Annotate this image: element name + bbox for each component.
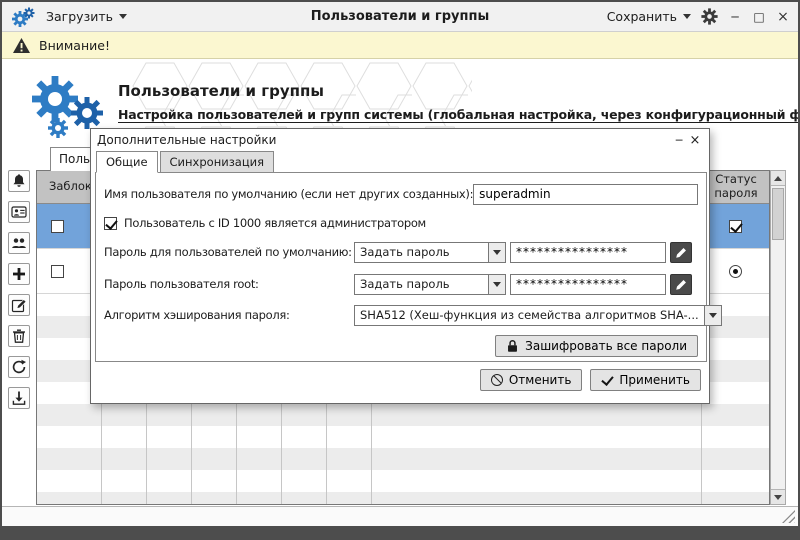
pencil-icon (675, 246, 688, 259)
dropdown-arrow-icon (704, 306, 721, 325)
dialog-content: Имя пользователя по умолчанию (если нет … (95, 172, 707, 362)
encrypt-all-passwords-button[interactable]: Зашифровать все пароли (495, 335, 698, 357)
maximize-button[interactable]: □ (752, 10, 766, 24)
export-download-button[interactable] (8, 387, 30, 409)
titlebar-right: Сохранить ─ □ × (597, 8, 790, 25)
refresh-icon (11, 359, 27, 375)
dialog-close-button[interactable]: × (687, 133, 703, 148)
warning-triangle-icon (12, 37, 31, 54)
hash-algorithm-label: Алгоритм хэширования пароля: (104, 308, 354, 322)
hash-algorithm-value: SHA512 (Хеш-функция из семейства алгорит… (355, 308, 704, 322)
cancel-button[interactable]: Отменить (480, 369, 583, 391)
dialog-title: Дополнительные настройки (97, 133, 671, 147)
chevron-down-icon (683, 14, 691, 23)
vertical-scrollbar[interactable] (770, 170, 786, 505)
notifications-button[interactable] (8, 170, 30, 192)
edit-root-password-button[interactable] (670, 274, 692, 295)
window-bottom-border (2, 526, 798, 538)
password-status-radio[interactable] (729, 265, 742, 278)
user-card-button[interactable] (8, 201, 30, 223)
load-menu-button[interactable]: Загрузить (46, 9, 127, 24)
edit-pencil-icon (11, 297, 27, 313)
dialog-titlebar[interactable]: Дополнительные настройки ─ × (91, 129, 709, 151)
dropdown-arrow-icon (488, 243, 505, 262)
apply-button[interactable]: Применить (590, 369, 701, 391)
save-menu-label: Сохранить (607, 9, 677, 24)
add-user-button[interactable] (8, 263, 30, 285)
default-password-mode-select[interactable]: Задать пароль (354, 242, 506, 263)
delete-user-button[interactable] (8, 325, 30, 347)
default-user-input[interactable] (473, 184, 698, 205)
dropdown-arrow-icon (488, 275, 505, 294)
check-icon (601, 374, 613, 386)
tab-general[interactable]: Общие (96, 151, 158, 173)
admin-id1000-checkbox[interactable] (104, 217, 117, 230)
root-password-mode-select[interactable]: Задать пароль (354, 274, 506, 295)
root-password-input[interactable] (510, 274, 666, 295)
warning-bar: Внимание! (2, 32, 798, 59)
dialog-tabs: Общие Синхронизация (96, 151, 274, 173)
lock-icon (506, 339, 519, 353)
app-window: Загрузить Пользователи и группы Сохранит… (0, 0, 800, 540)
chevron-down-icon (119, 14, 127, 23)
column-header-password-status[interactable]: Статус пароля (701, 171, 770, 203)
page-title: Пользователи и группы (118, 82, 324, 100)
apply-label: Применить (619, 373, 690, 387)
settings-gear-icon[interactable] (701, 8, 718, 25)
close-button[interactable]: × (776, 9, 790, 25)
cancel-icon (491, 374, 503, 386)
minimize-button[interactable]: ─ (728, 10, 742, 24)
edit-default-password-button[interactable] (670, 242, 692, 263)
groups-button[interactable] (8, 232, 30, 254)
default-password-label: Пароль для пользователей по умолчанию: (104, 245, 354, 259)
admin-id1000-label: Пользователь с ID 1000 является админист… (124, 216, 426, 230)
advanced-settings-dialog: Дополнительные настройки ─ × Общие Синхр… (90, 128, 710, 404)
refresh-button[interactable] (8, 356, 30, 378)
scroll-up-button[interactable] (771, 171, 785, 186)
app-logo-gears-icon (10, 6, 36, 28)
table-cell (701, 204, 770, 248)
dialog-minimize-button[interactable]: ─ (671, 134, 687, 147)
download-icon (11, 390, 27, 406)
root-password-label: Пароль пользователя root: (104, 277, 354, 291)
scroll-down-button[interactable] (771, 489, 785, 504)
hash-algorithm-select[interactable]: SHA512 (Хеш-функция из семейства алгорит… (354, 305, 722, 326)
encrypt-all-passwords-label: Зашифровать все пароли (525, 339, 687, 353)
blocked-checkbox[interactable] (51, 265, 64, 278)
status-bar (2, 506, 798, 526)
resize-grip[interactable] (782, 510, 795, 523)
arrow-up-icon (774, 172, 782, 181)
bell-icon (11, 173, 27, 189)
save-menu-button[interactable]: Сохранить (607, 9, 691, 24)
cancel-label: Отменить (509, 373, 572, 387)
pencil-icon (675, 278, 688, 291)
titlebar: Загрузить Пользователи и группы Сохранит… (2, 2, 798, 32)
default-password-input[interactable] (510, 242, 666, 263)
arrow-down-icon (774, 495, 782, 504)
user-card-icon (11, 204, 27, 220)
load-menu-label: Загрузить (46, 9, 113, 24)
default-password-mode-value: Задать пароль (355, 245, 488, 259)
warning-text: Внимание! (39, 38, 110, 53)
users-group-icon (11, 235, 27, 251)
blocked-checkbox[interactable] (51, 220, 64, 233)
table-cell (701, 249, 770, 293)
plus-icon (12, 267, 26, 281)
default-user-label: Имя пользователя по умолчанию (если нет … (104, 187, 473, 201)
password-status-checkbox[interactable] (729, 220, 742, 233)
edit-user-button[interactable] (8, 294, 30, 316)
trash-icon (11, 328, 27, 344)
page-subtitle: Настройка пользователей и групп системы … (118, 107, 800, 122)
root-password-mode-value: Задать пароль (355, 277, 488, 291)
tab-synchronization[interactable]: Синхронизация (160, 151, 275, 173)
dialog-footer: Отменить Применить (480, 369, 701, 391)
scrollbar-thumb[interactable] (772, 188, 784, 240)
